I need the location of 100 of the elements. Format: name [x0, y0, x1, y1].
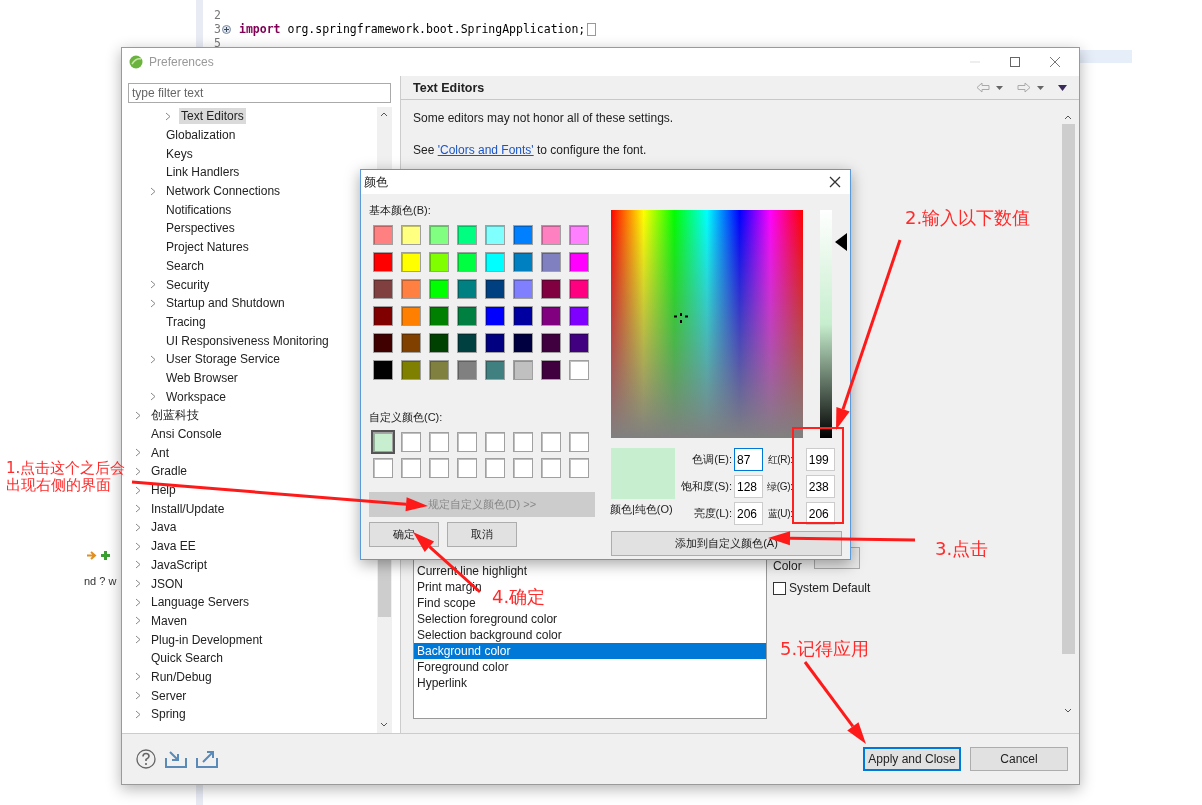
color-swatch[interactable] [541, 360, 561, 380]
tree-item[interactable]: Run/Debug [149, 668, 214, 685]
color-swatch[interactable] [569, 279, 589, 299]
tree-item[interactable]: Maven [149, 612, 190, 629]
color-swatch[interactable] [401, 458, 421, 478]
list-item[interactable]: Selection background color [414, 627, 565, 643]
scroll-down-icon[interactable] [1064, 708, 1072, 713]
tree-item[interactable]: Globalization [164, 127, 238, 144]
tree-item[interactable]: Startup and Shutdown [164, 295, 287, 312]
add-custom-color-button[interactable]: 添加到自定义颜色(A) [611, 531, 842, 556]
color-swatch[interactable] [373, 432, 393, 452]
color-swatch[interactable] [429, 432, 449, 452]
maximize-icon[interactable] [1009, 56, 1021, 68]
tree-item[interactable]: Gradle [149, 463, 190, 480]
list-item[interactable]: Current line highlight [414, 563, 531, 579]
tree-item[interactable]: Workspace [164, 388, 228, 405]
chevron-icon[interactable] [150, 354, 156, 364]
tree-item[interactable]: Search [164, 257, 207, 274]
tree-item[interactable]: Link Handlers [164, 164, 242, 181]
plus-icon[interactable] [100, 550, 111, 561]
tree-item[interactable]: Web Browser [164, 369, 240, 386]
scroll-up-icon[interactable] [380, 112, 388, 117]
cancel-button[interactable]: 取消 [447, 522, 517, 547]
list-item[interactable]: Find scope [414, 595, 479, 611]
color-swatch[interactable] [541, 333, 561, 353]
color-swatch[interactable] [401, 252, 421, 272]
color-swatch[interactable] [513, 458, 533, 478]
color-swatch[interactable] [485, 252, 505, 272]
color-swatch[interactable] [429, 360, 449, 380]
tree-item[interactable]: Java [149, 519, 179, 536]
color-swatch[interactable] [457, 279, 477, 299]
colors-fonts-link[interactable]: 'Colors and Fonts' [437, 143, 534, 157]
color-swatch[interactable] [485, 306, 505, 326]
color-swatch[interactable] [569, 432, 589, 452]
expand-icon[interactable] [222, 24, 231, 34]
tree-item[interactable]: JavaScript [149, 556, 210, 573]
color-swatch[interactable] [513, 279, 533, 299]
tree-item[interactable]: 创蓝科技 [149, 405, 201, 425]
color-swatch[interactable] [541, 432, 561, 452]
tree-item[interactable]: Tracing [164, 313, 208, 330]
color-swatch[interactable] [457, 225, 477, 245]
import-icon[interactable] [165, 750, 187, 768]
value-field[interactable]: 199 [805, 448, 835, 471]
color-swatch[interactable] [485, 225, 505, 245]
color-swatch[interactable] [457, 458, 477, 478]
help-icon[interactable] [136, 749, 156, 769]
list-item[interactable]: Hyperlink [414, 675, 470, 691]
color-swatch[interactable] [373, 360, 393, 380]
tree-item[interactable]: Network Connections [164, 183, 283, 200]
color-swatch[interactable] [485, 279, 505, 299]
scroll-down-icon[interactable] [380, 722, 388, 727]
color-swatch[interactable] [373, 225, 393, 245]
tree-item[interactable]: UI Responsiveness Monitoring [164, 332, 331, 349]
tree-item[interactable]: Help [149, 482, 178, 499]
value-field[interactable]: 87 [734, 448, 763, 471]
color-swatch[interactable] [513, 306, 533, 326]
color-swatch[interactable] [457, 432, 477, 452]
color-swatch[interactable] [401, 279, 421, 299]
color-swatch[interactable] [569, 252, 589, 272]
color-swatch[interactable] [513, 360, 533, 380]
color-swatch[interactable] [429, 252, 449, 272]
color-swatch[interactable] [569, 458, 589, 478]
tree-item[interactable]: Language Servers [149, 594, 252, 611]
value-field[interactable]: 238 [805, 475, 835, 498]
tree-item[interactable]: Spring [149, 706, 188, 723]
color-swatch[interactable] [513, 432, 533, 452]
scrollbar-thumb[interactable] [1062, 124, 1075, 654]
color-swatch[interactable] [485, 333, 505, 353]
color-swatch[interactable] [485, 360, 505, 380]
tree-item[interactable]: Text Editors [179, 108, 246, 125]
color-swatch[interactable] [457, 333, 477, 353]
slider-arrow[interactable] [835, 232, 847, 251]
arrow-icon[interactable] [86, 550, 97, 561]
dialog-button[interactable]: Cancel [970, 747, 1068, 771]
checkbox[interactable] [773, 581, 786, 595]
list-item[interactable]: Background color [414, 643, 766, 659]
color-swatch[interactable] [569, 360, 589, 380]
color-swatch[interactable] [485, 458, 505, 478]
color-swatch[interactable] [429, 333, 449, 353]
tree-item[interactable]: Keys [164, 145, 195, 162]
tree-item[interactable]: Perspectives [164, 220, 237, 237]
color-swatch[interactable] [457, 306, 477, 326]
back-icon[interactable] [976, 82, 990, 93]
tree-item[interactable]: JSON [149, 575, 185, 592]
menu-icon[interactable] [1058, 84, 1067, 91]
color-swatch[interactable] [373, 306, 393, 326]
tree-item[interactable]: Security [164, 276, 212, 293]
color-swatch[interactable] [569, 306, 589, 326]
color-swatch[interactable] [541, 279, 561, 299]
color-swatch[interactable] [429, 225, 449, 245]
color-swatch[interactable] [429, 279, 449, 299]
tree-item[interactable]: Plug-in Development [149, 631, 265, 648]
list-item[interactable]: Foreground color [414, 659, 512, 675]
color-swatch[interactable] [541, 225, 561, 245]
dialog-button[interactable]: Apply and Close [863, 747, 961, 771]
scroll-up-icon[interactable] [1064, 115, 1072, 120]
export-icon[interactable] [196, 750, 218, 768]
color-swatch[interactable] [513, 333, 533, 353]
color-swatch[interactable] [541, 458, 561, 478]
color-swatch[interactable] [513, 225, 533, 245]
